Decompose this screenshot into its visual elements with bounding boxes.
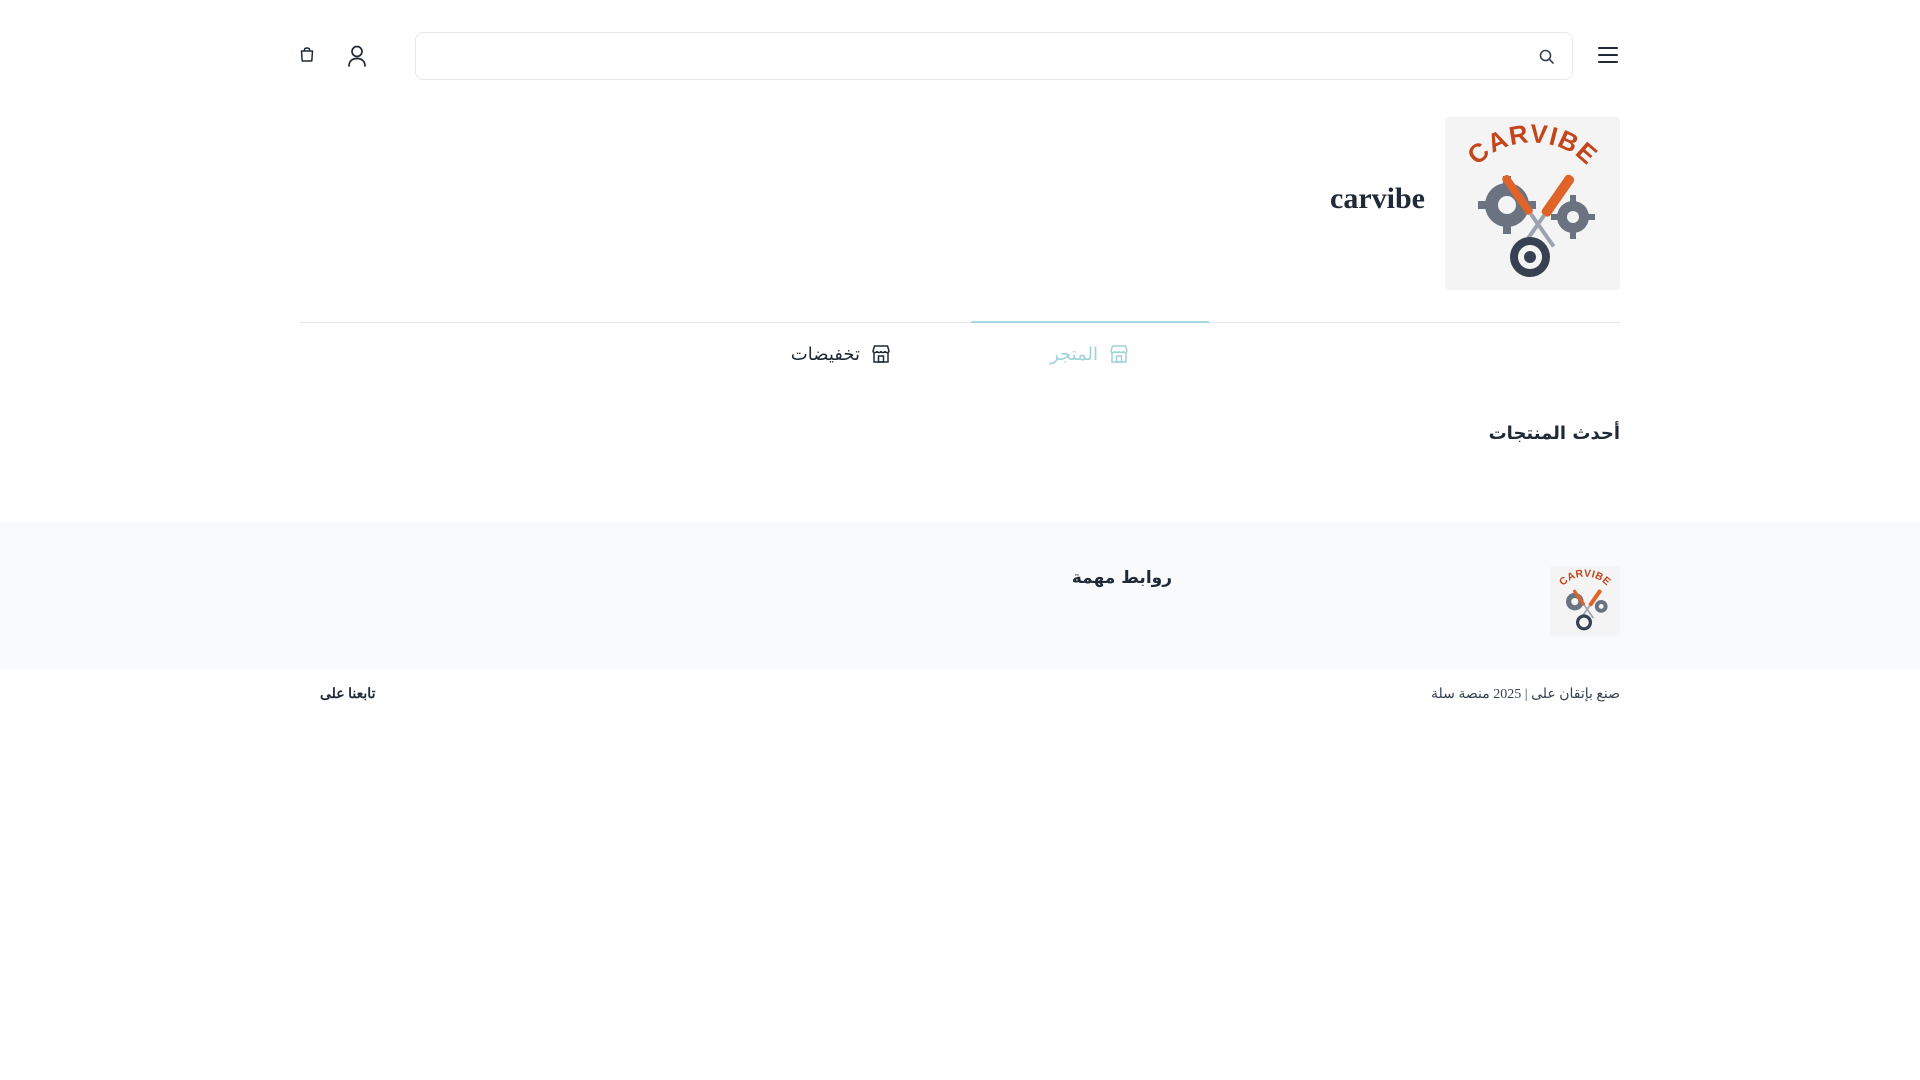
tab-store[interactable]: المتجر: [1050, 335, 1130, 373]
tabs-divider: [300, 322, 1620, 323]
important-links-title: روابط مهمة: [1071, 568, 1172, 588]
svg-text:CARVIBE: CARVIBE: [1461, 118, 1603, 170]
footer-logo[interactable]: CARVIBE: [1550, 566, 1620, 636]
menu-button[interactable]: [1594, 40, 1622, 70]
tab-sales-label: تخفيضات: [790, 343, 860, 365]
tab-store-label: المتجر: [1050, 343, 1098, 365]
follow-us-label: تابعنا على: [320, 687, 376, 702]
footer-logo-wordmark: CARVIBE: [1558, 568, 1613, 588]
hamburger-menu-icon: [1598, 47, 1618, 63]
search-input[interactable]: [432, 33, 1524, 79]
user-icon: [348, 45, 366, 67]
store-name: carvibe: [1330, 182, 1425, 215]
svg-text:CARVIBE: CARVIBE: [1558, 568, 1613, 588]
store-logo: CARVIBE: [1445, 117, 1620, 290]
tab-sales[interactable]: تخفيضات: [791, 335, 892, 373]
copyright-text: صنع بإتقان على | 2025 منصة سلة: [1431, 687, 1620, 702]
store-icon: [1110, 345, 1128, 363]
account-button[interactable]: [344, 43, 370, 69]
store-icon: [872, 345, 890, 363]
active-tab-indicator: [971, 321, 1209, 323]
search-icon[interactable]: [1538, 48, 1556, 66]
footer: [0, 522, 1920, 669]
latest-products-title: أحدث المنتجات: [1488, 423, 1620, 444]
search-box: [415, 32, 1573, 80]
logo-wordmark: CARVIBE: [1461, 118, 1603, 170]
cart-button[interactable]: [297, 43, 317, 65]
shopping-bag-icon: [300, 47, 314, 62]
